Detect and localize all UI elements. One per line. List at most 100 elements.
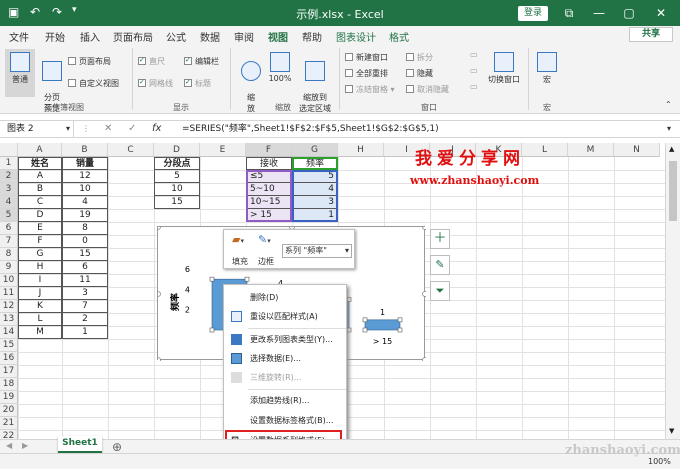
cancel-icon[interactable]: ✕ [104, 123, 112, 134]
ruler-checkbox[interactable]: 直尺 [138, 56, 165, 67]
cell[interactable]: L [18, 313, 62, 326]
zoom-button[interactable]: 缩 放 [238, 52, 264, 114]
scroll-thumb[interactable] [669, 161, 677, 221]
row-header[interactable]: 20 [0, 404, 18, 417]
select-all-corner[interactable] [0, 143, 18, 157]
column-header[interactable]: C [108, 143, 154, 157]
cell[interactable]: 3 [62, 287, 108, 300]
ribbon-display-icon[interactable]: ⧉ [560, 4, 578, 22]
column-header[interactable]: N [614, 143, 660, 157]
row-header[interactable]: 5 [0, 209, 18, 222]
next-sheet-icon[interactable]: ▶ [22, 441, 28, 450]
chart-resize-handle[interactable] [155, 357, 161, 363]
share-button[interactable]: 共享 [629, 27, 673, 42]
formula-input[interactable]: =SERIES("频率",Sheet1!$F$2:$F$5,Sheet1!$G$… [182, 121, 439, 137]
cell[interactable]: D [18, 209, 62, 222]
column-header[interactable]: M [568, 143, 614, 157]
row-header[interactable]: 4 [0, 196, 18, 209]
row-header[interactable]: 12 [0, 300, 18, 313]
close-button[interactable]: ✕ [652, 4, 670, 22]
menu-item-add-trendline[interactable]: 添加趋势线(R)... [224, 391, 346, 410]
menu-item-3d-rotation[interactable]: 三维旋转(R)... [224, 368, 346, 387]
cell[interactable]: M [18, 326, 62, 339]
series-select[interactable]: 系列 "频率" ▾ [282, 244, 352, 258]
row-header[interactable]: 2 [0, 170, 18, 183]
histogram-bar[interactable] [364, 319, 401, 331]
row-header[interactable]: 8 [0, 248, 18, 261]
row-header[interactable]: 18 [0, 378, 18, 391]
headings-checkbox[interactable]: 标题 [184, 78, 211, 89]
collapse-ribbon-icon[interactable]: ⌃ [665, 100, 672, 109]
row-header[interactable]: 17 [0, 365, 18, 378]
row-header[interactable]: 16 [0, 352, 18, 365]
chart-filters-button[interactable]: ⏷ [430, 281, 450, 301]
chart-styles-button[interactable]: ✎ [430, 255, 450, 275]
outline-pen-icon[interactable]: ✎▾ [258, 233, 271, 246]
tab-home[interactable]: 开始 [45, 29, 65, 44]
row-header[interactable]: 3 [0, 183, 18, 196]
cell[interactable]: A [18, 170, 62, 183]
name-box-dropdown-icon[interactable]: ▾ [66, 124, 70, 133]
row-header[interactable]: 9 [0, 261, 18, 274]
freeze-panes-button[interactable]: 冻结窗格 ▾ [345, 84, 395, 95]
normal-view-button[interactable]: 普通 [5, 49, 35, 97]
cell[interactable]: J [18, 287, 62, 300]
row-header[interactable]: 22 [0, 430, 18, 439]
cell[interactable]: G [18, 248, 62, 261]
tab-page-layout[interactable]: 页面布局 [113, 29, 153, 44]
tab-review[interactable]: 审阅 [234, 29, 254, 44]
table-header[interactable]: 接收 [246, 157, 292, 170]
cell[interactable]: 19 [62, 209, 108, 222]
row-header[interactable]: 7 [0, 235, 18, 248]
chart-resize-handle[interactable] [422, 224, 428, 230]
menu-item-change-chart-type[interactable]: 更改系列图表类型(Y)... [224, 330, 346, 349]
menu-item-reset-style[interactable]: 重设以匹配样式(A) [224, 307, 346, 326]
row-header[interactable]: 19 [0, 391, 18, 404]
insert-function-icon[interactable]: fx [152, 123, 161, 134]
row-header[interactable]: 15 [0, 339, 18, 352]
sheet-tab-sheet1[interactable]: Sheet1 [58, 436, 102, 453]
column-header[interactable]: E [200, 143, 246, 157]
add-sheet-icon[interactable]: ⊕ [112, 440, 122, 454]
arrange-all-button[interactable]: 全部重排 [345, 68, 388, 79]
row-header[interactable]: 6 [0, 222, 18, 235]
zoom-level[interactable]: 100% [648, 457, 671, 466]
expand-formula-bar-icon[interactable]: ▾ [667, 124, 671, 133]
tab-chart-design[interactable]: 图表设计 [336, 29, 376, 44]
restore-button[interactable]: ▢ [620, 4, 638, 22]
login-button[interactable]: 登录 [518, 6, 548, 21]
chart-resize-handle[interactable] [422, 291, 428, 297]
tab-format[interactable]: 格式 [389, 29, 409, 44]
chart-resize-handle[interactable] [155, 224, 161, 230]
cell[interactable]: F [18, 235, 62, 248]
tab-help[interactable]: 帮助 [302, 29, 322, 44]
page-layout-button[interactable]: 页面布局 [68, 56, 111, 67]
cell[interactable]: 6 [62, 261, 108, 274]
tab-formulas[interactable]: 公式 [166, 29, 186, 44]
column-header[interactable]: L [522, 143, 568, 157]
cell[interactable]: 2 [62, 313, 108, 326]
menu-item-delete[interactable]: 删除(D) [224, 288, 346, 307]
cell[interactable]: I [18, 274, 62, 287]
row-header[interactable]: 11 [0, 287, 18, 300]
chart-elements-button[interactable]: ＋ [430, 229, 450, 249]
cell[interactable]: 8 [62, 222, 108, 235]
fill-bucket-icon[interactable]: ▰▾ [232, 233, 244, 246]
column-header[interactable]: D [154, 143, 200, 157]
zoom-to-selection-button[interactable]: 缩放到 选定区域 [295, 52, 335, 114]
row-header[interactable]: 10 [0, 274, 18, 287]
menu-item-format-data-labels[interactable]: 设置数据标签格式(B)... [224, 411, 346, 430]
column-header[interactable]: B [62, 143, 108, 157]
table-header[interactable]: 销量 [62, 157, 108, 170]
tab-file[interactable]: 文件 [9, 29, 29, 44]
scroll-down-icon[interactable]: ▼ [669, 427, 674, 435]
tab-data[interactable]: 数据 [200, 29, 220, 44]
new-window-button[interactable]: 新建窗口 [345, 52, 388, 63]
cell[interactable]: 0 [62, 235, 108, 248]
name-box[interactable]: 图表 2 [4, 121, 74, 137]
zoom-100-button[interactable]: 100% [267, 52, 293, 83]
cell[interactable]: 15 [154, 196, 200, 209]
minimize-button[interactable]: — [590, 4, 608, 22]
column-header[interactable]: A [18, 143, 62, 157]
cell[interactable]: 10 [62, 183, 108, 196]
